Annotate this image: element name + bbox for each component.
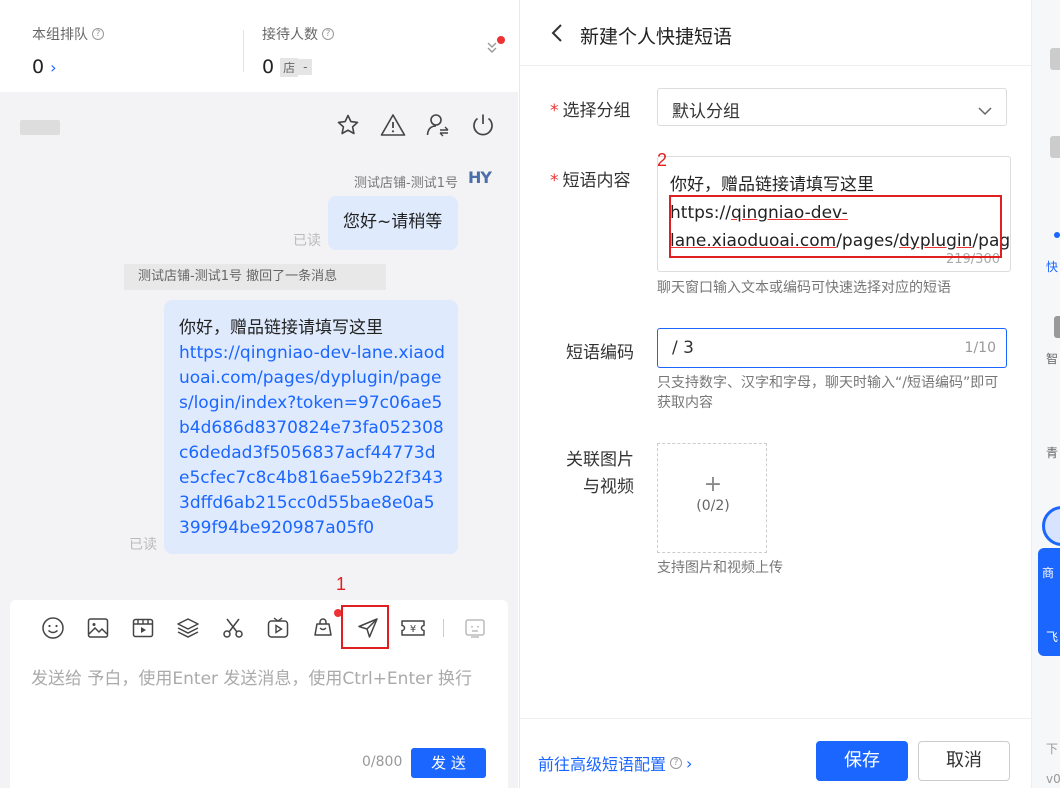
svg-text:¥: ¥	[409, 624, 415, 635]
sidebar-icon[interactable]	[1050, 136, 1060, 158]
help-icon[interactable]: ?	[670, 757, 683, 769]
shopping-bag-icon[interactable]	[300, 609, 345, 642]
required-mark: *	[550, 171, 559, 191]
sidebar-icon[interactable]	[1050, 48, 1060, 70]
sidebar-item-qing[interactable]: 青	[1046, 444, 1058, 461]
agent-name: 测试店铺-测试1号	[354, 176, 458, 191]
code-char-count: 1/10	[964, 340, 996, 356]
annotation-marker-1: 1	[336, 574, 347, 594]
agent-avatar: HY	[468, 168, 492, 187]
video-clip-icon[interactable]	[120, 614, 165, 642]
sidebar-icon[interactable]	[1054, 316, 1060, 338]
media-upload[interactable]: + (0/2)	[657, 443, 767, 553]
queue-stat[interactable]: 本组排队? 0 ›	[32, 24, 104, 78]
media-count: (0/2)	[696, 498, 730, 514]
robot-icon[interactable]	[452, 614, 497, 642]
transfer-user-icon[interactable]	[420, 110, 456, 140]
panel-header: 新建个人快捷短语	[520, 0, 1031, 66]
code-hint: 只支持数字、汉字和字母，聊天时输入“/短语编码”即可获取内容	[657, 375, 999, 411]
save-button[interactable]: 保存	[816, 741, 908, 781]
help-icon[interactable]: ?	[92, 28, 104, 40]
warning-icon[interactable]	[375, 110, 411, 140]
sidebar-item-quick[interactable]: 快	[1046, 258, 1058, 275]
power-icon[interactable]	[465, 110, 501, 140]
version-label: v0	[1046, 772, 1060, 786]
required-mark: *	[550, 101, 559, 121]
annotation-marker-2: 2	[657, 150, 668, 170]
code-input[interactable]: / 3 1/10	[657, 328, 1007, 368]
assistant-avatar[interactable]	[1042, 506, 1060, 546]
char-counter: 0/800	[362, 754, 403, 770]
expand-down-icon[interactable]	[485, 40, 499, 58]
new-phrase-panel: 新建个人快捷短语 * 选择分组 默认分组 * 短语内容 你好，赠品链接请填写这里 h…	[519, 0, 1031, 788]
chevron-right-icon: ›	[686, 753, 693, 773]
help-icon[interactable]: ?	[322, 28, 334, 40]
recall-notice: 测试店铺-测试1号 撤回了一条消息	[124, 264, 386, 290]
cancel-button[interactable]: 取消	[918, 741, 1010, 781]
divider	[243, 30, 244, 72]
sidebar-active-dot	[1054, 232, 1060, 238]
message-link[interactable]: https://qingniao-dev-lane.xiaoduoai.com/…	[179, 341, 445, 541]
message-bubble: 你好，赠品链接请填写这里 https://qingniao-dev-lane.x…	[164, 300, 458, 554]
floating-label: 商	[1042, 566, 1055, 580]
media-label: 关联图片 与视频	[566, 450, 634, 497]
queue-label: 本组排队	[32, 27, 88, 43]
panel-title: 新建个人快捷短语	[580, 26, 733, 48]
emoji-icon[interactable]	[30, 614, 75, 642]
content-label: * 短语内容	[550, 171, 631, 191]
back-icon[interactable]	[548, 22, 566, 44]
app-root: 本组排队? 0 › 接待人数? 0店- 测试店铺-测试1号 HY 您好~请稍等 …	[0, 0, 1060, 788]
media-hint: 支持图片和视频上传	[657, 560, 783, 576]
customer-name-blurred	[20, 120, 60, 135]
code-label: 短语编码	[566, 343, 634, 363]
layers-icon[interactable]	[165, 614, 210, 642]
advanced-config-label: 前往高级短语配置	[538, 755, 667, 774]
chevron-down-icon	[978, 101, 992, 120]
reception-label: 接待人数	[262, 27, 318, 43]
dash-tag: -	[298, 59, 313, 75]
group-select[interactable]: 默认分组	[657, 88, 1007, 126]
plus-icon: +	[703, 472, 723, 497]
video-play-icon[interactable]	[255, 614, 300, 642]
composer-toolbar: ¥	[30, 609, 497, 642]
floating-label: 飞	[1046, 630, 1059, 644]
chevron-right-icon[interactable]: ›	[50, 58, 56, 77]
advanced-config-link[interactable]: 前往高级短语配置 ? ›	[538, 751, 692, 775]
star-icon[interactable]	[330, 110, 366, 140]
panel-footer: 前往高级短语配置 ? › 保存 取消	[520, 718, 1031, 788]
chat-header-actions	[330, 110, 501, 140]
right-sidebar: 快 智 青 商 飞 下 v0	[1031, 0, 1060, 788]
group-select-value: 默认分组	[672, 102, 740, 122]
coupon-icon[interactable]: ¥	[390, 614, 435, 642]
message-text: 你好，赠品链接请填写这里	[179, 318, 383, 338]
read-status: 已读	[129, 537, 157, 553]
annotation-box-1	[341, 605, 389, 649]
chat-panel: 本组排队? 0 › 接待人数? 0店- 测试店铺-测试1号 HY 您好~请稍等 …	[0, 0, 518, 788]
store-tag: 店	[280, 57, 299, 77]
reception-stat: 接待人数? 0店-	[262, 24, 334, 78]
message-bubble: 您好~请稍等	[328, 196, 458, 250]
image-icon[interactable]	[75, 614, 120, 642]
message-text: 您好~请稍等	[343, 212, 443, 232]
message-input[interactable]: 发送给 予白，使用Enter 发送消息，使用Ctrl+Enter 换行	[31, 664, 472, 689]
send-button[interactable]: 发 送	[411, 748, 486, 778]
stats-bar: 本组排队? 0 › 接待人数? 0店-	[0, 0, 518, 92]
notification-dot	[497, 36, 505, 44]
reception-value: 0	[262, 56, 275, 78]
code-input-value: / 3	[672, 338, 694, 358]
sidebar-item-smart[interactable]: 智	[1046, 350, 1058, 367]
sidebar-item-download[interactable]: 下	[1046, 740, 1058, 757]
content-hint: 聊天窗口输入文本或编码可快速选择对应的短语	[657, 280, 951, 296]
toolbar-divider	[443, 619, 444, 637]
annotation-box-2	[669, 195, 1002, 258]
group-label: * 选择分组	[550, 101, 631, 121]
message-composer: ¥ 发送给 予白，使用Enter 发送消息，使用Ctrl+Enter 换行 0/…	[10, 600, 508, 788]
scissors-icon[interactable]	[210, 614, 255, 642]
floating-panel[interactable]: 商 飞	[1038, 548, 1060, 656]
queue-value: 0	[32, 56, 45, 78]
read-status: 已读	[293, 233, 321, 249]
